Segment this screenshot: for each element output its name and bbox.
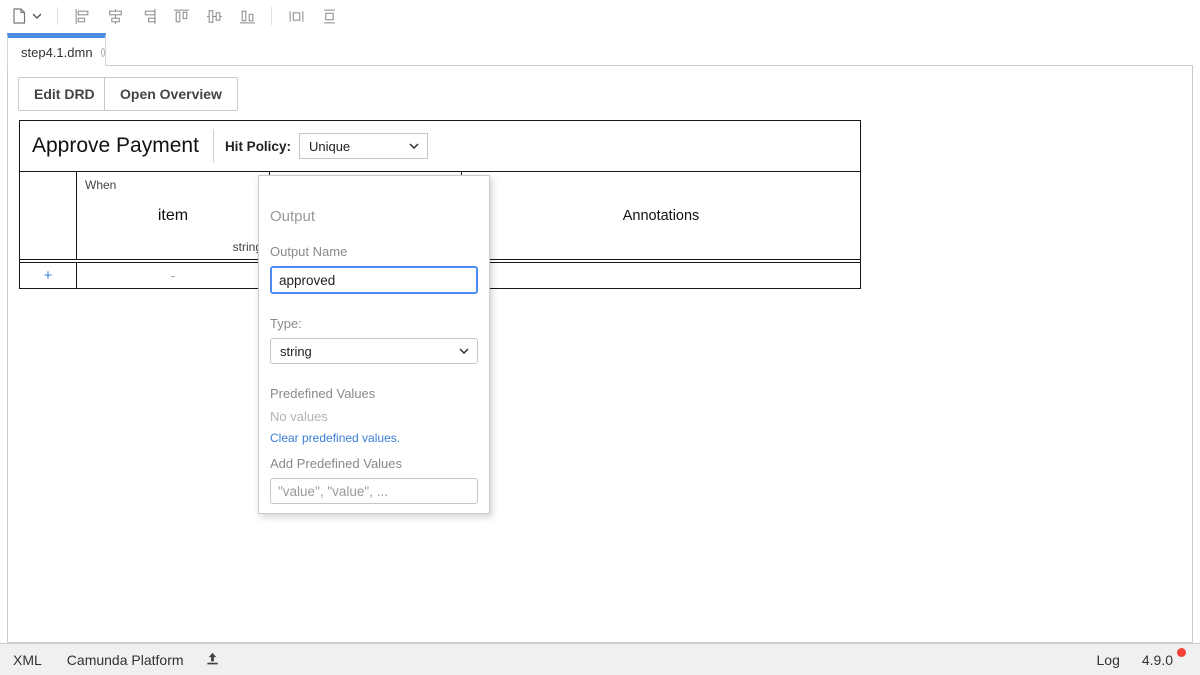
distribute-horizontally-icon[interactable] — [287, 7, 305, 25]
title-divider — [213, 129, 214, 163]
input-when-label: When — [85, 178, 116, 192]
hit-policy-value: Unique — [309, 139, 350, 154]
unsaved-indicator-icon[interactable] — [101, 48, 105, 57]
add-rule-button[interactable]: + — [20, 263, 77, 288]
toolbar — [0, 0, 1200, 32]
toolbar-separator — [271, 7, 272, 25]
chevron-down-icon — [409, 143, 419, 149]
type-select[interactable]: string — [270, 338, 478, 364]
index-column-header — [20, 172, 77, 259]
hit-policy-label: Hit Policy: — [225, 139, 291, 154]
align-center-icon[interactable] — [106, 7, 124, 25]
clear-predefined-values-link[interactable]: Clear predefined values. — [270, 431, 478, 445]
new-file-icon[interactable] — [10, 7, 28, 25]
decision-table-title-row: Approve Payment Hit Policy: Unique — [20, 121, 860, 172]
align-bottom-icon[interactable] — [238, 7, 256, 25]
log-toggle-button[interactable]: Log — [1097, 652, 1120, 668]
popup-title: Output — [270, 208, 478, 225]
add-predefined-values-label: Add Predefined Values — [270, 456, 478, 471]
tab-step4-1-dmn[interactable]: step4.1.dmn — [7, 33, 106, 66]
toolbar-separator — [57, 7, 58, 25]
align-top-icon[interactable] — [172, 7, 190, 25]
edit-drd-button[interactable]: Edit DRD — [18, 77, 111, 111]
output-edit-popup: Output Output Name Type: string Predefin… — [258, 175, 490, 514]
annotations-column-header[interactable]: Annotations — [462, 172, 860, 259]
open-overview-button[interactable]: Open Overview — [104, 77, 238, 111]
input-column-header[interactable]: When item string — [77, 172, 270, 259]
editor-panel: Edit DRD Open Overview Approve Payment H… — [7, 65, 1193, 643]
align-right-icon[interactable] — [139, 7, 157, 25]
distribute-vertically-icon[interactable] — [320, 7, 338, 25]
platform-button[interactable]: Camunda Platform — [67, 652, 184, 668]
type-value: string — [280, 344, 312, 359]
version-label: 4.9.0 — [1142, 652, 1173, 668]
type-label: Type: — [270, 316, 478, 331]
add-predefined-values-input[interactable] — [270, 478, 478, 504]
output-name-label: Output Name — [270, 244, 478, 259]
input-name-label: item — [77, 207, 269, 225]
dropdown-caret-icon[interactable] — [32, 7, 42, 25]
no-values-text: No values — [270, 409, 478, 424]
new-file-button[interactable] — [10, 7, 42, 25]
empty-annotation-cell[interactable] — [462, 263, 860, 288]
update-notification-dot — [1177, 648, 1186, 657]
output-name-input[interactable] — [270, 266, 478, 294]
hit-policy-select[interactable]: Unique — [299, 133, 428, 159]
predefined-values-label: Predefined Values — [270, 386, 478, 401]
align-middle-icon[interactable] — [205, 7, 223, 25]
status-bar: XML Camunda Platform Log 4.9.0 — [0, 643, 1200, 675]
decision-table-name[interactable]: Approve Payment — [20, 134, 213, 158]
empty-rule-cell[interactable]: - — [77, 263, 270, 288]
xml-toggle-button[interactable]: XML — [13, 652, 42, 668]
chevron-down-icon — [459, 348, 469, 354]
align-left-icon[interactable] — [73, 7, 91, 25]
deploy-icon[interactable] — [205, 651, 220, 669]
version-button[interactable]: 4.9.0 — [1142, 652, 1173, 668]
tab-title: step4.1.dmn — [21, 45, 93, 60]
